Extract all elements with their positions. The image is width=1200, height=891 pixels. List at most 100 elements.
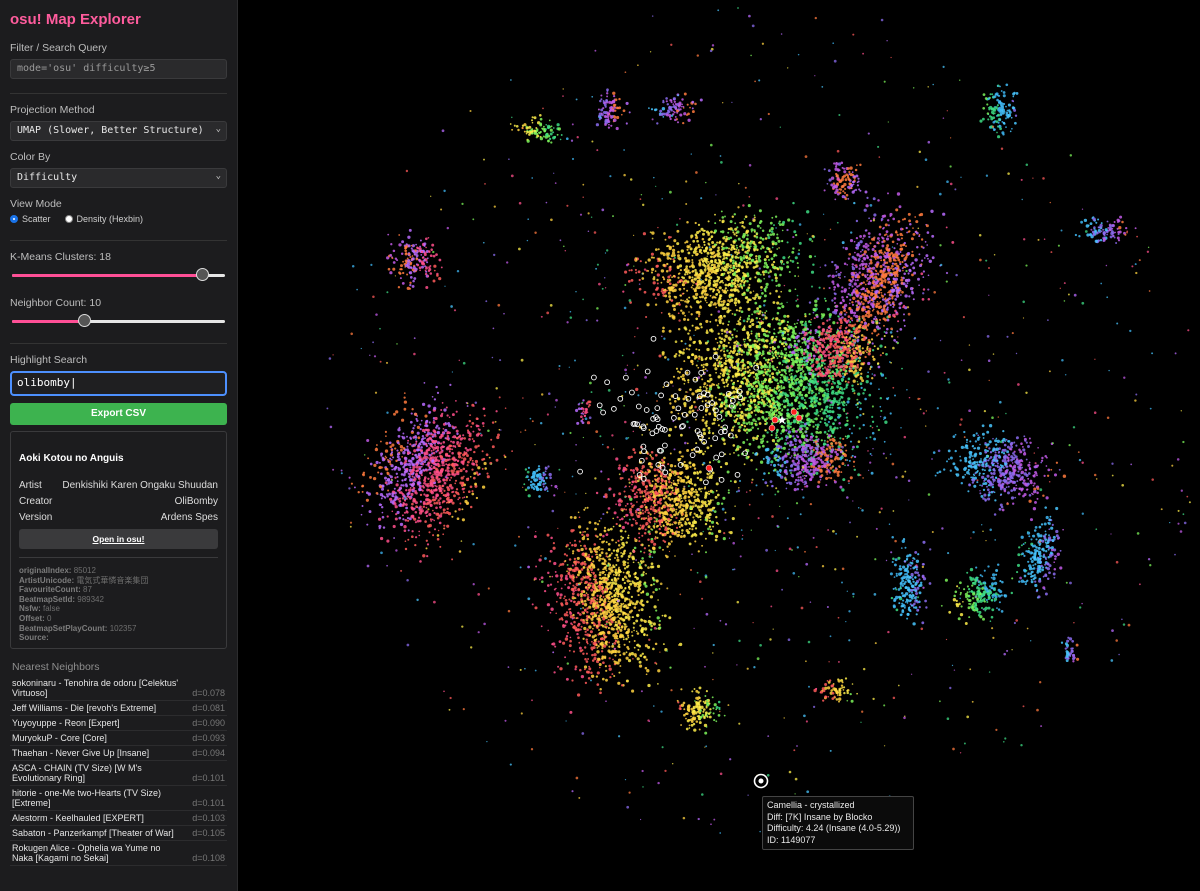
scatter-point[interactable]	[744, 274, 748, 278]
scatter-point[interactable]	[681, 282, 686, 287]
scatter-point[interactable]	[767, 351, 771, 355]
scatter-point[interactable]	[688, 356, 690, 359]
scatter-point[interactable]	[891, 264, 894, 268]
scatter-point[interactable]	[731, 313, 734, 315]
scatter-point[interactable]	[737, 280, 740, 283]
scatter-point[interactable]	[710, 271, 713, 274]
scatter-point[interactable]	[811, 405, 815, 409]
scatter-point[interactable]	[951, 240, 955, 244]
scatter-point[interactable]	[894, 287, 898, 290]
scatter-point[interactable]	[906, 282, 909, 284]
scatter-point[interactable]	[736, 372, 739, 376]
scatter-point[interactable]	[873, 437, 877, 441]
scatter-point[interactable]	[734, 250, 738, 254]
scatter-point[interactable]	[419, 493, 423, 497]
scatter-point[interactable]	[687, 251, 691, 255]
scatter-point[interactable]	[751, 322, 755, 326]
scatter-point[interactable]	[875, 289, 879, 293]
scatter-point[interactable]	[454, 482, 457, 485]
scatter-point[interactable]	[781, 229, 784, 232]
scatter-point[interactable]	[722, 281, 724, 284]
scatter-point[interactable]	[742, 413, 745, 415]
scatter-point[interactable]	[735, 309, 738, 312]
scatter-point[interactable]	[474, 459, 479, 464]
scatter-point[interactable]	[741, 266, 744, 269]
scatter-point[interactable]	[389, 480, 393, 485]
scatter-point[interactable]	[707, 266, 711, 270]
scatter-point[interactable]	[420, 451, 424, 455]
scatter-point[interactable]	[855, 445, 859, 449]
scatter-point[interactable]	[855, 219, 859, 223]
scatter-point[interactable]	[898, 306, 902, 310]
scatter-point[interactable]	[746, 438, 749, 441]
scatter-point[interactable]	[751, 313, 753, 316]
scatter-point[interactable]	[808, 320, 811, 322]
scatter-point[interactable]	[748, 404, 752, 408]
scatter-point[interactable]	[634, 258, 636, 261]
scatter-point[interactable]	[661, 352, 665, 356]
scatter-point[interactable]	[700, 364, 703, 367]
scatter-point[interactable]	[700, 227, 704, 231]
scatter-point[interactable]	[721, 266, 725, 270]
scatter-point[interactable]	[774, 276, 778, 280]
scatter-point[interactable]	[768, 362, 772, 365]
scatter-point[interactable]	[749, 398, 752, 401]
scatter-point[interactable]	[840, 311, 843, 314]
scatter-point[interactable]	[856, 279, 859, 282]
scatter-point[interactable]	[697, 286, 701, 290]
scatter-point[interactable]	[726, 271, 730, 275]
scatter-point[interactable]	[753, 409, 756, 412]
scatter-point[interactable]	[666, 289, 668, 292]
scatter-point[interactable]	[765, 410, 768, 414]
scatter-point[interactable]	[724, 359, 728, 363]
scatter-point[interactable]	[852, 424, 856, 427]
scatter-point[interactable]	[716, 275, 719, 278]
scatter-point[interactable]	[676, 368, 678, 370]
scatter-point[interactable]	[701, 378, 704, 381]
scatter-point[interactable]	[804, 312, 807, 316]
scatter-point[interactable]	[847, 397, 851, 401]
scatter-point[interactable]	[735, 244, 738, 247]
scatter-point[interactable]	[697, 275, 700, 279]
scatter-point[interactable]	[810, 432, 814, 436]
scatter-point[interactable]	[894, 298, 897, 301]
scatter-point[interactable]	[809, 386, 811, 389]
scatter-point[interactable]	[672, 245, 675, 248]
scatter-point[interactable]	[776, 248, 779, 250]
scatter-point[interactable]	[863, 257, 867, 261]
scatter-point[interactable]	[638, 287, 642, 291]
scatter-point[interactable]	[796, 356, 799, 360]
scatter-point[interactable]	[737, 429, 741, 433]
scatter-point[interactable]	[788, 370, 791, 373]
scatter-point[interactable]	[749, 353, 752, 356]
scatter-point[interactable]	[737, 454, 740, 457]
scatter-point[interactable]	[716, 292, 718, 295]
scatter-point[interactable]	[407, 462, 412, 467]
scatter-point[interactable]	[677, 398, 680, 401]
scatter-point[interactable]	[824, 264, 827, 267]
scatter-point[interactable]	[403, 407, 407, 411]
scatter-point[interactable]	[878, 296, 881, 299]
scatter-point[interactable]	[463, 487, 466, 490]
scatter-point[interactable]	[439, 545, 442, 548]
scatter-point[interactable]	[689, 276, 691, 279]
scatter-point[interactable]	[432, 489, 435, 492]
scatter-point[interactable]	[853, 240, 856, 243]
scatter-point[interactable]	[777, 407, 781, 410]
scatter-point[interactable]	[801, 342, 804, 344]
scatter-point[interactable]	[690, 313, 693, 316]
scatter-point[interactable]	[789, 325, 793, 329]
scatter-point[interactable]	[420, 474, 423, 477]
scatter-point[interactable]	[903, 241, 906, 245]
scatter-point[interactable]	[670, 410, 673, 414]
scatter-point[interactable]	[791, 219, 794, 223]
scatter-point[interactable]	[763, 294, 767, 298]
scatter-point[interactable]	[769, 418, 772, 421]
scatter-point[interactable]	[735, 352, 739, 356]
scatter-point[interactable]	[737, 249, 740, 252]
scatter-point[interactable]	[423, 481, 426, 485]
scatter-point[interactable]	[812, 311, 815, 314]
scatter-point[interactable]	[742, 421, 746, 425]
scatter-point[interactable]	[898, 269, 902, 272]
scatter-point[interactable]	[678, 303, 681, 306]
